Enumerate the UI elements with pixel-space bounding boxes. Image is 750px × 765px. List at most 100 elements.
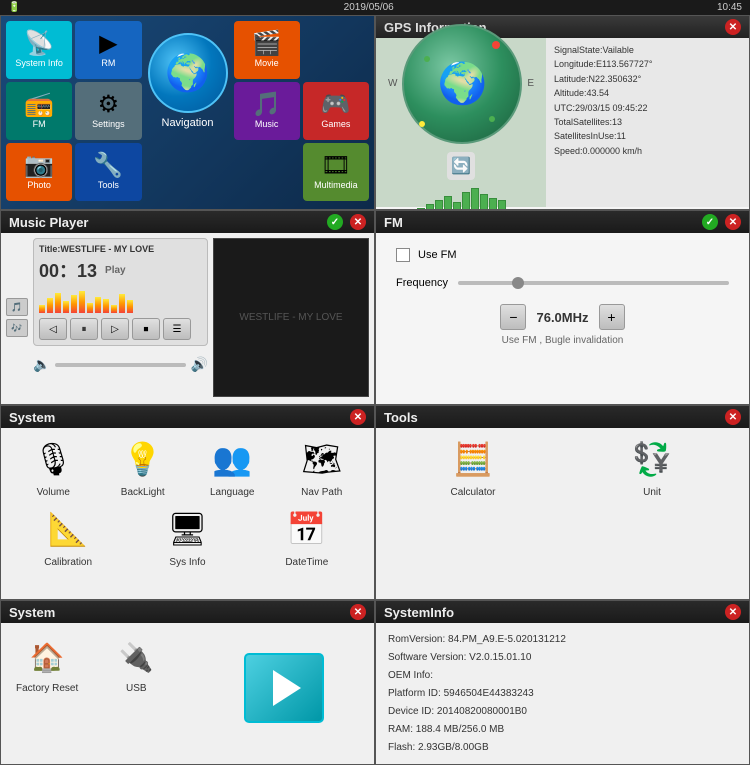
fm-use-label: Use FM [418, 249, 457, 261]
home-item-settings[interactable]: ⚙ Settings [75, 82, 141, 140]
media-play-tile[interactable] [244, 653, 324, 723]
stop-button[interactable]: ⏹ [132, 318, 160, 340]
systeminfo-close-button[interactable]: ✕ [725, 604, 741, 620]
top-bar: 🔋 2019/05/06 10:45 [0, 0, 750, 15]
fm-increase-button[interactable]: + [599, 304, 625, 330]
sysinfo-platform: Platform ID: 5946504E44383243 [388, 685, 737, 703]
home-item-movie[interactable]: 🎬 Movie [234, 21, 300, 79]
sysinfo-icon: 📡 [24, 32, 54, 56]
fm-freq-value: 76.0MHz [536, 310, 588, 325]
music-seeker: 🔈 🔊 [33, 356, 208, 373]
system-item-language[interactable]: 👥 Language [196, 433, 268, 498]
calibration-icon: 📐 [42, 503, 94, 555]
fm-note: Use FM , Bugle invalidation [396, 335, 729, 346]
home-item-music[interactable]: 🎵 Music [234, 82, 300, 140]
bottom-system-header: System ✕ [1, 601, 374, 623]
system-item-volume[interactable]: 🎙 Volume [17, 433, 89, 498]
system-item-datetime[interactable]: 📅 DateTime [271, 503, 343, 568]
time-display: 10:45 [717, 2, 742, 13]
system-panel-title: System [9, 410, 55, 425]
fm-frequency-label: Frequency [396, 277, 448, 289]
volume-icon: 🔈 [33, 356, 50, 373]
bottom-system-title: System [9, 605, 55, 620]
tools-item-calculator[interactable]: 🧮 Calculator [437, 433, 509, 498]
music-track-title: Title:WESTLIFE - MY LOVE [39, 244, 202, 254]
bottom-system-panel: System ✕ 🏠 Factory Reset 🔌 USB [0, 600, 375, 765]
language-icon: 👥 [206, 433, 258, 485]
fm-frequency-slider[interactable] [458, 281, 729, 285]
tools-item-unit[interactable]: 💱 Unit [616, 433, 688, 498]
system-item-navpath[interactable]: 🗺 Nav Path [286, 433, 358, 498]
music-panel-header: Music Player ✓ ✕ [1, 211, 374, 233]
factory-reset-item[interactable]: 🏠 Factory Reset [16, 633, 78, 694]
fm-use-checkbox[interactable] [396, 248, 410, 262]
home-item-tools[interactable]: 🔧 Tools [75, 143, 141, 201]
music-content: 🎵 🎶 Title:WESTLIFE - MY LOVE 00：13 Play [1, 233, 374, 402]
system-item-sysinfo[interactable]: 🖥 Sys Info [151, 503, 223, 568]
home-item-empty1 [303, 21, 369, 79]
tools-close-button[interactable]: ✕ [725, 409, 741, 425]
system-close-button[interactable]: ✕ [350, 409, 366, 425]
nav-globe: 🌍 [148, 33, 228, 113]
music-player-panel: Music Player ✓ ✕ 🎵 🎶 Title:WESTLIFE - MY… [0, 210, 375, 405]
music-playback-controls: ◁ ⏸ ▷ ⏹ ☰ [39, 318, 202, 340]
play-triangle-icon [273, 670, 301, 706]
date-display: 2019/05/06 [344, 2, 394, 13]
tools-icons-grid: 🧮 Calculator 💱 Unit [376, 428, 749, 503]
sysinfo-content: RomVersion: 84.PM_A9.E-5.020131212 Softw… [376, 623, 749, 765]
rm-icon: ▶ [99, 32, 117, 56]
home-item-games[interactable]: 🎮 Games [303, 82, 369, 140]
fm-slider-thumb [512, 277, 524, 289]
music-side-icon2[interactable]: 🎶 [6, 319, 28, 337]
next-button[interactable]: ▷ [101, 318, 129, 340]
home-panel: 📡 System Info ▶ RM 🌍 Navigation 🎬 Movie [0, 15, 375, 210]
main-grid: 📡 System Info ▶ RM 🌍 Navigation 🎬 Movie [0, 15, 750, 759]
tools-panel-header: Tools ✕ [376, 406, 749, 428]
tools-panel-title: Tools [384, 410, 418, 425]
home-item-navigation[interactable]: 🌍 Navigation [145, 21, 231, 140]
sysinfo-device: Device ID: 20140820080001B0 [388, 703, 737, 721]
music-equalizer [39, 288, 202, 313]
home-item-sysinfo[interactable]: 📡 System Info [6, 21, 72, 79]
playlist-button[interactable]: ☰ [163, 318, 191, 340]
home-item-photo[interactable]: 📷 Photo [6, 143, 72, 201]
music-panel-title: Music Player [9, 215, 89, 230]
datetime-icon: 📅 [281, 503, 333, 555]
prev-button[interactable]: ◁ [39, 318, 67, 340]
fm-content: Use FM Frequency − 76.0MHz + Use FM , Bu… [376, 233, 749, 402]
battery-indicator: 🔋 [8, 2, 20, 13]
tools-panel: Tools ✕ 🧮 Calculator 💱 Unit [375, 405, 750, 600]
photo-icon: 📷 [24, 154, 54, 178]
usb-item[interactable]: 🔌 USB [108, 633, 164, 694]
settings-icon: ⚙ [98, 93, 120, 117]
fm-icon: 📻 [24, 93, 54, 117]
multimedia-icon: 🎞 [321, 154, 351, 178]
bottom-system-close-button[interactable]: ✕ [350, 604, 366, 620]
fm-freq-control: − 76.0MHz + [396, 304, 729, 330]
music-check-button[interactable]: ✓ [327, 214, 343, 230]
home-item-rm[interactable]: ▶ RM [75, 21, 141, 79]
music-side-icon1[interactable]: 🎵 [6, 298, 28, 316]
fm-close-button[interactable]: ✕ [725, 214, 741, 230]
system-item-calibration[interactable]: 📐 Calibration [32, 503, 104, 568]
fm-check-button[interactable]: ✓ [702, 214, 718, 230]
home-item-fm[interactable]: 📻 FM [6, 82, 72, 140]
sysinfo-oem: OEM Info: [388, 667, 737, 685]
music-album-art: WESTLIFE - MY LOVE [213, 238, 369, 397]
home-grid: 📡 System Info ▶ RM 🌍 Navigation 🎬 Movie [6, 21, 369, 201]
music-play-status: Play [105, 265, 126, 276]
pause-button[interactable]: ⏸ [70, 318, 98, 340]
gps-refresh-button[interactable]: 🔄 [447, 152, 475, 180]
sysinfo-software: Software Version: V2.0.15.01.10 [388, 649, 737, 667]
system-panel: System ✕ 🎙 Volume 💡 BackLight 👥 Language… [0, 405, 375, 600]
gps-close-button[interactable]: ✕ [725, 19, 741, 35]
fm-decrease-button[interactable]: − [500, 304, 526, 330]
sysinfo-ram: RAM: 188.4 MB/256.0 MB [388, 721, 737, 739]
music-side-controls: 🎵 🎶 [6, 238, 28, 397]
music-close-button[interactable]: ✕ [350, 214, 366, 230]
home-item-multimedia[interactable]: 🎞 Multimedia [303, 143, 369, 201]
system-item-backlight[interactable]: 💡 BackLight [107, 433, 179, 498]
seek-bar[interactable] [55, 363, 185, 367]
sysinfo-flash: Flash: 2.93GB/8.00GB [388, 739, 737, 757]
volume-sys-icon: 🎙 [27, 433, 79, 485]
